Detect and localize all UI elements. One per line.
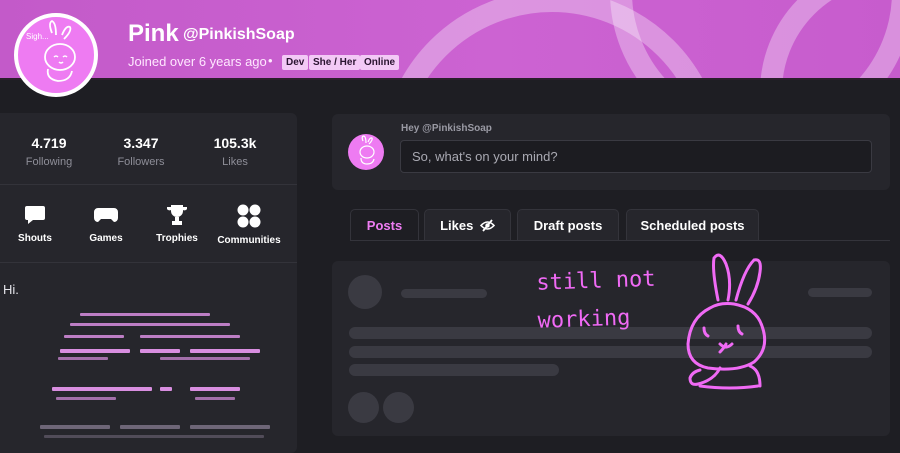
skeleton-line bbox=[401, 289, 487, 298]
skeleton-avatar bbox=[348, 275, 382, 309]
stat-following[interactable]: 4.719 Following bbox=[9, 135, 89, 168]
profile-handle: @PinkishSoap bbox=[183, 26, 295, 43]
stat-value: 105.3k bbox=[213, 135, 257, 151]
skeleton-line bbox=[808, 288, 872, 297]
tab-draft-posts[interactable]: Draft posts bbox=[517, 209, 619, 240]
badge-pronouns: She / Her bbox=[309, 55, 361, 70]
banner-edge bbox=[0, 78, 900, 80]
speech-bubble-icon bbox=[25, 206, 45, 224]
communities-icon bbox=[237, 204, 261, 228]
nav-label: Trophies bbox=[156, 233, 198, 244]
gamepad-icon bbox=[94, 208, 118, 222]
profile-bio: Hi. bbox=[3, 282, 19, 297]
nav-communities[interactable]: Communities bbox=[214, 203, 284, 246]
stat-label: Following bbox=[25, 156, 73, 168]
doodle-line-2: working bbox=[537, 305, 631, 334]
nav-trophies[interactable]: Trophies bbox=[142, 203, 212, 244]
profile-name: Pink bbox=[128, 20, 179, 47]
stat-label: Likes bbox=[222, 156, 248, 168]
composer-greeting: Hey @PinkishSoap bbox=[401, 123, 492, 134]
sidebar-divider bbox=[0, 184, 297, 185]
skeleton-button bbox=[348, 392, 379, 423]
tab-label: Likes bbox=[440, 218, 474, 233]
tabs-underline bbox=[350, 240, 890, 241]
doodle-text: still not working bbox=[536, 259, 699, 341]
tab-posts[interactable]: Posts bbox=[350, 209, 419, 240]
badge-dev: Dev bbox=[282, 55, 309, 70]
trophy-icon bbox=[167, 205, 187, 225]
stat-value: 3.347 bbox=[123, 135, 159, 151]
nav-label: Communities bbox=[217, 235, 281, 246]
stat-followers[interactable]: 3.347 Followers bbox=[101, 135, 181, 168]
meta-separator: • bbox=[268, 53, 273, 68]
composer-avatar bbox=[348, 134, 384, 170]
bunny-doodle bbox=[686, 253, 767, 390]
eye-off-icon bbox=[479, 219, 496, 232]
tab-likes[interactable]: Likes bbox=[424, 209, 511, 240]
nav-label: Shouts bbox=[18, 233, 52, 244]
skeleton-line bbox=[349, 346, 872, 358]
doodle-line-1: still not bbox=[535, 266, 656, 296]
nav-label: Games bbox=[89, 233, 123, 244]
badge-online: Online bbox=[360, 55, 400, 70]
joined-date: Joined over 6 years ago bbox=[128, 54, 267, 69]
composer-input[interactable] bbox=[400, 140, 872, 173]
avatar-caption: Sigh... bbox=[26, 32, 49, 41]
nav-shouts[interactable]: Shouts bbox=[0, 203, 70, 244]
skeleton-button bbox=[383, 392, 414, 423]
stat-label: Followers bbox=[117, 156, 165, 168]
nav-games[interactable]: Games bbox=[71, 203, 141, 244]
stat-likes[interactable]: 105.3k Likes bbox=[195, 135, 275, 168]
profile-avatar[interactable]: Sigh... bbox=[14, 13, 98, 97]
stat-value: 4.719 bbox=[31, 135, 67, 151]
bio-ascii-art bbox=[40, 313, 270, 438]
skeleton-line bbox=[349, 364, 559, 376]
sidebar-divider bbox=[0, 262, 297, 263]
tab-scheduled-posts[interactable]: Scheduled posts bbox=[626, 209, 759, 240]
